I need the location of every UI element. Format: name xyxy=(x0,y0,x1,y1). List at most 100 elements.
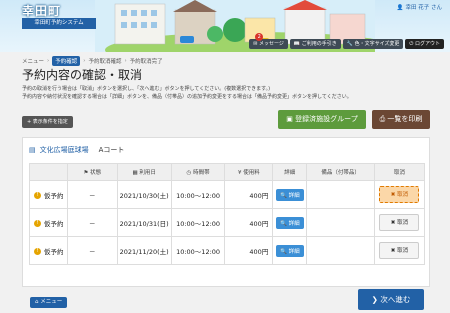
header: 幸田町 幸田町予約システム 👤 幸田 花子 さん 2 ✉ メッセージ 📖 ご利用の… xyxy=(0,0,450,52)
warning-icon: ! xyxy=(34,192,41,199)
close-icon: ✖ xyxy=(390,220,396,226)
row-equipment xyxy=(306,236,375,265)
logout-button[interactable]: ⏻ ログアウト xyxy=(405,39,444,49)
yen-icon: ¥ xyxy=(238,170,242,176)
search-icon: 🔍 xyxy=(279,248,287,255)
cancel-toggle-button[interactable]: ✖ 取消 xyxy=(379,186,420,203)
wrench-icon: 🔧 xyxy=(346,41,353,47)
header-blank xyxy=(29,163,68,181)
cancel-label: 取消 xyxy=(397,220,409,226)
user-name: 👤 幸田 花子 さん xyxy=(397,3,442,11)
search-icon: 🔍 xyxy=(279,220,287,227)
header-price: ¥ 使用料 xyxy=(224,163,274,181)
row-time: 10:00～12:00 xyxy=(170,236,226,265)
book-icon: 📖 xyxy=(293,41,301,47)
row-cancel: ✖ 取消 xyxy=(373,180,426,209)
header-detail: 詳細 xyxy=(272,163,308,181)
reservation-table: ⚑ 状態 ▦ 利用日 ◷ 時間帯 ¥ 使用料 詳細 備品（付帯品） 取消 ! 仮予… xyxy=(29,163,426,265)
plus-icon: + xyxy=(27,119,32,125)
next-label: 次へ進む xyxy=(380,295,411,304)
header-equipment: 備品（付帯品） xyxy=(306,163,375,181)
cancel-toggle-button[interactable]: ✖ 取消 xyxy=(379,242,420,259)
detail-label: 詳細 xyxy=(288,192,300,199)
row-cancel: ✖ 取消 xyxy=(373,208,426,237)
row-detail: 🔍 詳細 xyxy=(272,208,308,237)
header-buttons: 2 ✉ メッセージ 📖 ご利用の手引き 🔧 色・文字サイズ変更 ⏻ ログアウト xyxy=(249,33,444,49)
user-icon: 👤 xyxy=(396,5,404,11)
status-text: 仮予約 xyxy=(44,247,64,256)
warning-icon: ! xyxy=(34,248,41,255)
print-label: 一覧を印刷 xyxy=(387,115,423,123)
filter-label: 表示条件を指定 xyxy=(32,119,68,125)
status-text: 仮予約 xyxy=(44,219,64,228)
row-date: 2021/10/30(土) xyxy=(116,180,172,209)
chevron-right-icon: › xyxy=(47,58,50,64)
guide-button[interactable]: 📖 ご利用の手引き xyxy=(289,39,341,49)
table-row: ! 仮予約 － 2021/11/20(土) 10:00～12:00 400円 🔍 … xyxy=(29,236,426,265)
menu-label: メニュー xyxy=(40,299,63,305)
home-icon: ⌂ xyxy=(35,299,39,305)
close-icon: ✖ xyxy=(390,192,396,198)
page-title: 予約内容の確認・取消 xyxy=(22,68,143,82)
printer-icon: ⎙ xyxy=(379,115,386,123)
search-icon: 🔍 xyxy=(279,192,287,199)
logout-icon: ⏻ xyxy=(409,41,414,47)
breadcrumb-menu[interactable]: メニュー xyxy=(22,57,44,65)
warning-icon: ! xyxy=(34,220,41,227)
row-cancel: ✖ 取消 xyxy=(373,236,426,265)
user-label: 幸田 花子 さん xyxy=(405,5,443,11)
facility-name: 文化広場庭球場 xyxy=(39,146,89,154)
display-settings-button[interactable]: 🔧 色・文字サイズ変更 xyxy=(342,39,404,49)
row-equipment xyxy=(306,208,375,237)
logout-label: ログアウト xyxy=(414,41,440,47)
row-date: 2021/10/31(日) xyxy=(116,208,172,237)
message-button[interactable]: 2 ✉ メッセージ xyxy=(249,33,288,49)
cancel-toggle-button[interactable]: ✖ 取消 xyxy=(379,214,420,231)
flag-icon: ⚑ xyxy=(83,170,89,176)
row-time: 10:00～12:00 xyxy=(170,180,226,209)
header-status: ⚑ 状態 xyxy=(66,163,118,181)
detail-button[interactable]: 🔍 詳細 xyxy=(275,188,304,201)
cancel-label: 取消 xyxy=(397,192,409,198)
registered-groups-button[interactable]: ▣ 登録済施設グループ xyxy=(278,110,366,129)
status-text: 仮予約 xyxy=(44,191,64,200)
print-list-button[interactable]: ⎙ 一覧を印刷 xyxy=(372,110,430,129)
row-price: 400円 xyxy=(224,208,274,237)
row-equipment xyxy=(306,180,375,209)
row-status: ! 仮予約 xyxy=(29,180,68,209)
header-status-label: 状態 xyxy=(90,170,102,176)
header-time-label: 時間帯 xyxy=(193,170,210,176)
breadcrumb-cancel-confirm: 予約取消確認 xyxy=(88,59,122,65)
row-dash: － xyxy=(66,236,118,265)
header-date: ▦ 利用日 xyxy=(116,163,172,181)
display-settings-label: 色・文字サイズ変更 xyxy=(354,41,400,47)
header-date-label: 利用日 xyxy=(139,170,156,176)
breadcrumb: メニュー › 予約確認 › 予約取消確認 › 予約取消完了 xyxy=(22,56,163,66)
row-dash: － xyxy=(66,208,118,237)
detail-label: 詳細 xyxy=(288,248,300,255)
row-status: ! 仮予約 xyxy=(29,236,68,265)
detail-button[interactable]: 🔍 詳細 xyxy=(275,216,304,229)
detail-button[interactable]: 🔍 詳細 xyxy=(275,244,304,257)
detail-label: 詳細 xyxy=(288,220,300,227)
breadcrumb-cancel-complete: 予約取消完了 xyxy=(129,59,163,65)
row-time: 10:00～12:00 xyxy=(170,208,226,237)
menu-button[interactable]: ⌂ メニュー xyxy=(30,297,68,308)
chevron-right-icon: › xyxy=(83,58,86,64)
filter-conditions-button[interactable]: + 表示条件を指定 xyxy=(22,116,73,128)
breadcrumb-reservation-check: 予約確認 xyxy=(52,56,81,66)
next-button[interactable]: ❯ 次へ進む xyxy=(358,289,424,310)
guide-label: ご利用の手引き xyxy=(301,41,337,47)
table-row: ! 仮予約 － 2021/10/30(土) 10:00～12:00 400円 🔍 … xyxy=(29,180,426,209)
facility-heading: ▤ 文化広場庭球場 Aコート xyxy=(29,145,124,155)
reservation-panel: ▤ 文化広場庭球場 Aコート ⚑ 状態 ▦ 利用日 ◷ 時間帯 ¥ 使用料 詳細… xyxy=(22,137,430,287)
row-status: ! 仮予約 xyxy=(29,208,68,237)
building-icon: ▤ xyxy=(29,146,36,154)
row-detail: 🔍 詳細 xyxy=(272,236,308,265)
chevron-right-icon: › xyxy=(124,58,127,64)
cancel-label: 取消 xyxy=(397,248,409,254)
header-time: ◷ 時間帯 xyxy=(170,163,226,181)
header-price-label: 使用料 xyxy=(243,170,260,176)
registered-label: 登録済施設グループ xyxy=(295,115,358,123)
description-line-1: 予約の取消を行う場合は「取消」ボタンを選択し、「次へ進む」ボタンを押してください… xyxy=(22,86,271,92)
